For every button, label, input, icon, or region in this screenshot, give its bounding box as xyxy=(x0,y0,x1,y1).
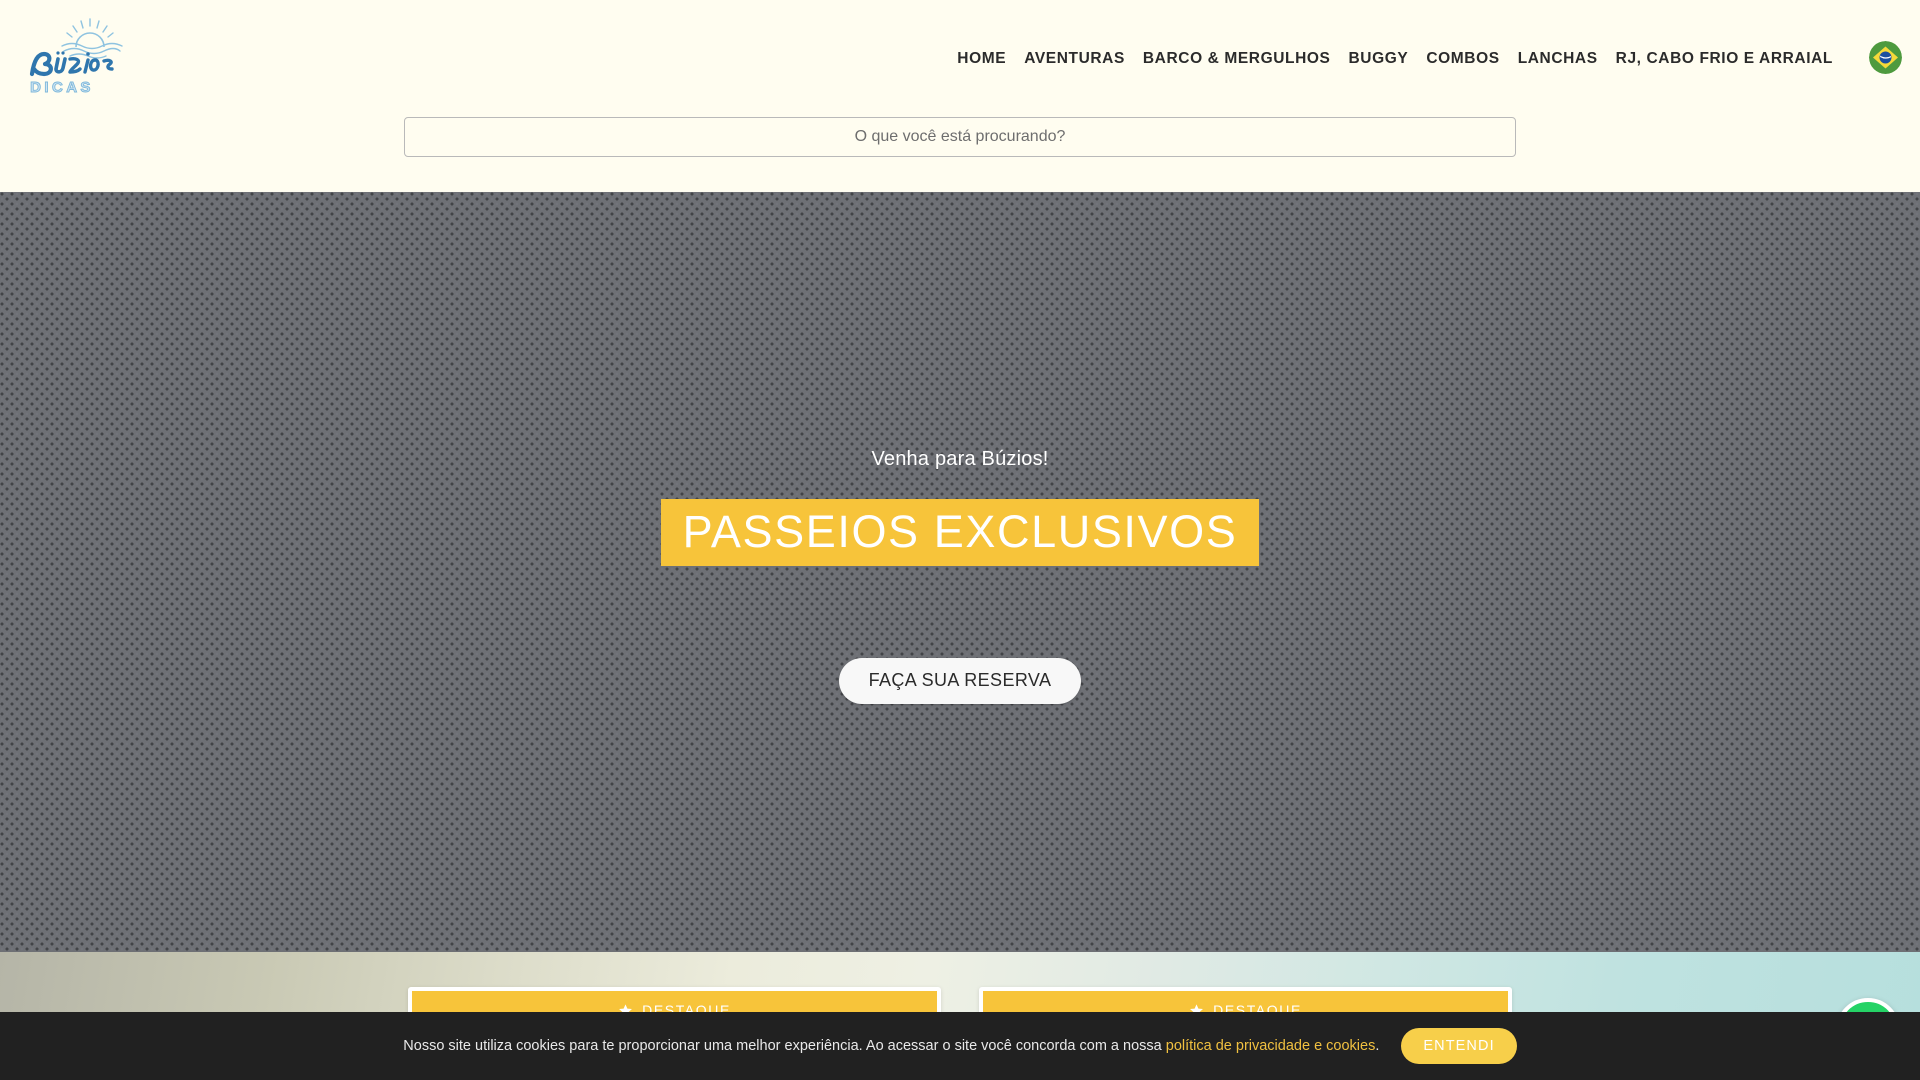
nav-rj-cabo-frio-arraial[interactable]: RJ, CABO FRIO E ARRAIAL xyxy=(1607,51,1842,67)
nav-buggy[interactable]: BUGGY xyxy=(1339,51,1417,67)
nav-barco-mergulhos[interactable]: BARCO & MERGULHOS xyxy=(1134,51,1340,67)
page-root: DICAS HOME AVENTURAS BARCO & MERGULHOS B… xyxy=(0,0,1920,1080)
logo-artwork: DICAS xyxy=(30,18,123,96)
reserve-button[interactable]: FAÇA SUA RESERVA xyxy=(838,658,1082,705)
site-header: DICAS HOME AVENTURAS BARCO & MERGULHOS B… xyxy=(0,0,1920,117)
nav-home[interactable]: HOME xyxy=(948,51,1015,67)
sun-rays-icon xyxy=(66,18,114,38)
cookie-text: Nosso site utiliza cookies para te propo… xyxy=(403,1037,1379,1056)
nav-combos[interactable]: COMBOS xyxy=(1417,51,1508,67)
search-bar-row xyxy=(0,117,1920,192)
hero-cta-wrap: FAÇA SUA RESERVA xyxy=(0,658,1920,705)
waves-icon xyxy=(61,42,123,59)
hero-title-wrap: PASSEIOS EXCLUSIVOS xyxy=(0,499,1920,567)
logo-subtext: DICAS xyxy=(30,79,94,96)
cookie-banner: Nosso site utiliza cookies para te propo… xyxy=(0,1012,1920,1080)
hero-section: Venha para Búzios! PASSEIOS EXCLUSIVOS F… xyxy=(0,192,1920,952)
hero-title: PASSEIOS EXCLUSIVOS xyxy=(660,499,1260,567)
nav-aventuras[interactable]: AVENTURAS xyxy=(1015,51,1134,67)
brazil-flag-artwork xyxy=(1869,41,1902,74)
cookie-text-before: Nosso site utiliza cookies para te propo… xyxy=(403,1037,1166,1054)
cookie-text-after: . xyxy=(1375,1037,1380,1054)
primary-nav: HOME AVENTURAS BARCO & MERGULHOS BUGGY C… xyxy=(948,0,1842,117)
site-logo[interactable]: DICAS xyxy=(18,12,138,96)
hero-kicker: Venha para Búzios! xyxy=(871,448,1049,470)
brazil-flag-icon[interactable] xyxy=(1869,41,1902,74)
privacy-policy-link[interactable]: política de privacidade e cookies xyxy=(1166,1038,1376,1054)
search-input[interactable] xyxy=(404,117,1516,157)
hero-content: Venha para Búzios! PASSEIOS EXCLUSIVOS F… xyxy=(0,192,1920,705)
cookie-accept-button[interactable]: ENTENDI xyxy=(1401,1028,1517,1064)
nav-lanchas[interactable]: LANCHAS xyxy=(1509,51,1607,67)
